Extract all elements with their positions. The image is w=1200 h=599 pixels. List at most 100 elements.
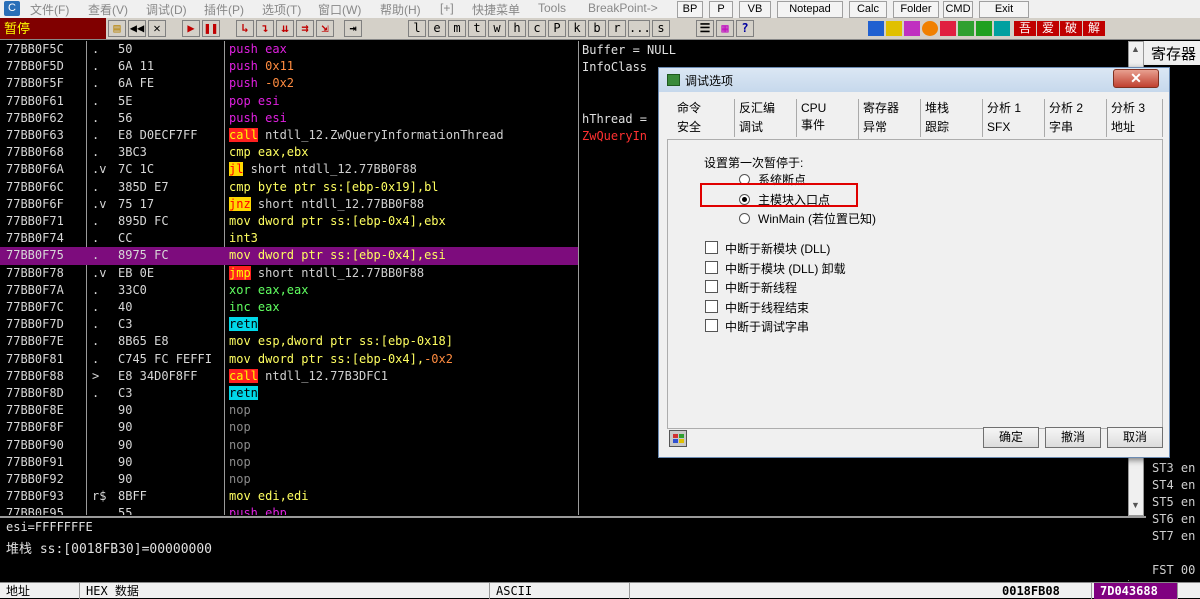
checkbox-debug-string-label[interactable]: 中断于调试字串 — [725, 318, 809, 335]
dump-ascii-column[interactable]: ASCII — [490, 583, 630, 599]
patches-button[interactable]: P — [548, 20, 566, 37]
tab-addresses[interactable]: 地址 — [1107, 118, 1163, 137]
disasm-row[interactable]: 77BB0F7E. 8B65 E8 mov esp,dword ptr ss:[eb… — [0, 333, 578, 350]
step-over-icon[interactable]: ↴ — [256, 20, 274, 37]
source-button[interactable]: s — [652, 20, 670, 37]
checkbox-new-thread-label[interactable]: 中断于新线程 — [725, 279, 797, 296]
disasm-row[interactable]: 77BB0F78 .v EB 0E jmp short ntdll_12.77BB0F… — [0, 265, 578, 282]
plugin-icon-7[interactable] — [976, 21, 992, 36]
menu-plus[interactable]: [+] — [440, 1, 454, 15]
tab-sfx[interactable]: SFX — [983, 118, 1045, 137]
tab-events[interactable]: 事件 — [797, 116, 859, 139]
disasm-row[interactable]: 77BB0F63. E8 D0ECF7FF call ntdll_12.ZwQuer… — [0, 127, 578, 144]
tab-analysis-1[interactable]: 分析 1 — [983, 99, 1045, 118]
pause-icon[interactable]: ❚❚ — [202, 20, 220, 37]
calc-button[interactable]: Calc — [849, 1, 887, 18]
menu-breakpoint[interactable]: BreakPoint-> — [588, 1, 658, 15]
checkbox-new-thread[interactable] — [705, 280, 718, 293]
disasm-row[interactable]: 77BB0F92 90 nop — [0, 471, 578, 488]
scroll-down-icon[interactable]: ▼ — [1131, 500, 1140, 510]
disasm-row[interactable]: 77BB0F75. 8975 FC mov dword ptr ss:[ebp-0x… — [0, 247, 578, 265]
options-icon[interactable]: ▦ — [716, 20, 734, 37]
disasm-row[interactable]: 77BB0F91 90 nop — [0, 454, 578, 471]
disasm-row[interactable]: 77BB0F68. 3BC3 cmp eax,ebx — [0, 144, 578, 161]
tab-strings[interactable]: 字串 — [1045, 118, 1107, 137]
breakpoints-button[interactable]: b — [588, 20, 606, 37]
tab-analysis-2[interactable]: 分析 2 — [1045, 99, 1107, 118]
tab-security[interactable]: 安全 — [673, 118, 735, 137]
disasm-row[interactable]: 77BB0F7A. 33C0 xor eax,eax — [0, 282, 578, 299]
radio-winmain-label[interactable]: WinMain (若位置已知) — [758, 210, 876, 227]
restart-icon[interactable]: ◀◀ — [128, 20, 146, 37]
plugin-icon-6[interactable] — [958, 21, 974, 36]
plugin-icon-4[interactable] — [922, 21, 938, 36]
checkbox-thread-end[interactable] — [705, 300, 718, 313]
disasm-row[interactable]: 77BB0F5D. 6A 11 push 0x11 — [0, 58, 578, 75]
disasm-row[interactable]: 77BB0F62. 56 push esi — [0, 110, 578, 127]
help-icon[interactable]: ? — [736, 20, 754, 37]
handles-button[interactable]: h — [508, 20, 526, 37]
cpu-button[interactable]: c — [528, 20, 546, 37]
checkbox-thread-end-label[interactable]: 中断于线程结束 — [725, 299, 809, 316]
list-icon[interactable]: ☰ — [696, 20, 714, 37]
menu-help[interactable]: 帮助(H) — [380, 1, 421, 18]
radio-winmain[interactable] — [739, 213, 750, 224]
tab-exceptions[interactable]: 异常 — [859, 118, 921, 137]
dump-hex-column[interactable]: HEX 数据 — [80, 583, 490, 599]
threads-button[interactable]: t — [468, 20, 486, 37]
menu-tools[interactable]: Tools — [538, 1, 566, 15]
notepad-button[interactable]: Notepad — [777, 1, 843, 18]
executable-modules-button[interactable]: e — [428, 20, 446, 37]
checkbox-module-unload-label[interactable]: 中断于模块 (DLL) 卸载 — [725, 260, 846, 277]
log-window-button[interactable]: l — [408, 20, 426, 37]
dump-address-column[interactable]: 地址 — [0, 583, 80, 599]
plugin-icon-2[interactable] — [886, 21, 902, 36]
checkbox-debug-string[interactable] — [705, 319, 718, 332]
menu-plugins[interactable]: 插件(P) — [204, 1, 244, 18]
disasm-row[interactable]: 77BB0F6C. 385D E7 cmp byte ptr ss:[ebp-0x1… — [0, 179, 578, 196]
bp-button[interactable]: BP — [677, 1, 703, 18]
disasm-row[interactable]: 77BB0F88 > E8 34D0F8FF call ntdll_12.77B3DF… — [0, 368, 578, 385]
cancel-button[interactable]: 取消 — [1107, 427, 1163, 448]
run-trace-button[interactable]: ... — [628, 20, 651, 37]
close-icon[interactable]: ✕ — [1113, 69, 1159, 88]
undo-button[interactable]: 撤消 — [1045, 427, 1101, 448]
tab-command[interactable]: 命令 — [673, 99, 735, 118]
menu-debug[interactable]: 调试(D) — [146, 1, 187, 18]
disasm-row[interactable]: 77BB0F8E 90 nop — [0, 402, 578, 419]
dialog-titlebar[interactable]: 调试选项 ✕ — [659, 68, 1169, 92]
checkbox-new-module[interactable] — [705, 241, 718, 254]
close-icon[interactable]: ✕ — [148, 20, 166, 37]
checkbox-new-module-label[interactable]: 中断于新模块 (DLL) — [725, 240, 830, 257]
cmd-button[interactable]: CMD — [943, 1, 973, 18]
plugin-icon-8[interactable] — [994, 21, 1010, 36]
scroll-up-icon[interactable]: ▲ — [1131, 44, 1140, 54]
debug-options-dialog[interactable]: 调试选项 ✕ 命令 反汇编 CPU 寄存器 堆栈 分析 1 分析 2 分析 3 … — [658, 67, 1170, 458]
execute-till-return-icon[interactable]: ⇲ — [316, 20, 334, 37]
menu-window[interactable]: 窗口(W) — [318, 1, 361, 18]
menu-options[interactable]: 选项(T) — [262, 1, 301, 18]
run-icon[interactable]: ▶ — [182, 20, 200, 37]
menu-file[interactable]: 文件(F) — [30, 1, 69, 18]
trace-into-icon[interactable]: ⇊ — [276, 20, 294, 37]
disasm-row[interactable]: 77BB0F7C. 40 inc eax — [0, 299, 578, 316]
tab-disassembly[interactable]: 反汇编 — [735, 99, 797, 118]
plugin-icon-5[interactable] — [940, 21, 956, 36]
disasm-row[interactable]: 77BB0F5C. 50 push eax — [0, 41, 578, 58]
trace-over-icon[interactable]: ⇉ — [296, 20, 314, 37]
step-into-icon[interactable]: ↳ — [236, 20, 254, 37]
plugin-icon-1[interactable] — [868, 21, 884, 36]
exit-button[interactable]: Exit — [979, 1, 1029, 18]
windows-button[interactable]: w — [488, 20, 506, 37]
memory-map-button[interactable]: m — [448, 20, 466, 37]
tab-registers[interactable]: 寄存器 — [859, 99, 921, 118]
disasm-row[interactable]: 77BB0F93 r$ 8BFF mov edi,edi — [0, 488, 578, 505]
disasm-row[interactable]: 77BB0F74. CC int3 — [0, 230, 578, 247]
disasm-row[interactable]: 77BB0F7D. C3 retn — [0, 316, 578, 333]
references-button[interactable]: r — [608, 20, 626, 37]
ok-button[interactable]: 确定 — [983, 427, 1039, 448]
disasm-row[interactable]: 77BB0F6A .v 7C 1C jl short ntdll_12.77BB0F8… — [0, 161, 578, 178]
disasm-row[interactable]: 77BB0F8D. C3 retn — [0, 385, 578, 402]
disasm-row[interactable]: 77BB0F8F 90 nop — [0, 419, 578, 436]
checkbox-module-unload[interactable] — [705, 261, 718, 274]
